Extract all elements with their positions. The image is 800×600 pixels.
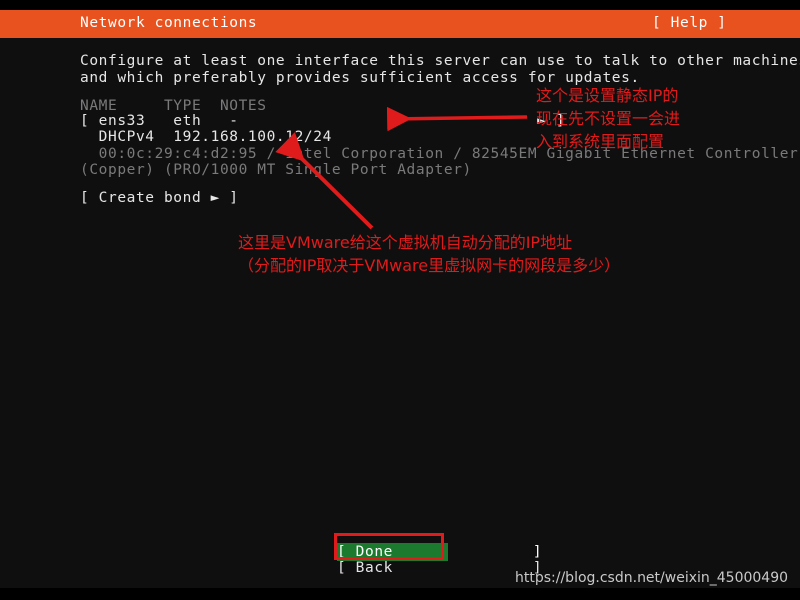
page-title: Network connections bbox=[80, 15, 258, 31]
annotation-rectangle-done bbox=[334, 533, 444, 560]
table-header: NAME TYPE NOTES bbox=[80, 98, 267, 114]
top-letterbox bbox=[0, 0, 800, 10]
interface-row-ens33[interactable]: [ ens33 eth - ► ] bbox=[80, 113, 565, 129]
description-line-1: Configure at least one interface this se… bbox=[80, 53, 800, 69]
bottom-letterbox bbox=[0, 588, 800, 600]
create-bond-button[interactable]: [ Create bond ► ] bbox=[80, 190, 239, 206]
terminal-screen: Network connections [ Help ] Configure a… bbox=[0, 0, 800, 600]
annotation-dhcp-line-2: （分配的IP取决于VMware里虚拟网卡的网段是多少） bbox=[238, 256, 621, 275]
interface-detail-line-2: (Copper) (PRO/1000 MT Single Port Adapte… bbox=[80, 162, 472, 178]
back-button[interactable]: [ Back ] bbox=[337, 560, 542, 576]
interface-detail-line-1: 00:0c:29:c4:d2:95 / Intel Corporation / … bbox=[80, 146, 799, 162]
help-button[interactable]: [ Help ] bbox=[652, 15, 727, 31]
annotation-dhcp-line-1: 这里是VMware给这个虚拟机自动分配的IP地址 bbox=[238, 233, 573, 252]
annotation-arrows bbox=[275, 106, 528, 230]
watermark: https://blog.csdn.net/weixin_45000490 bbox=[515, 570, 789, 586]
annotation-static-ip-line-3: 入到系统里面配置 bbox=[536, 132, 665, 151]
annotation-static-ip-line-2: 现在先不设置一会进 bbox=[536, 109, 681, 128]
annotation-static-ip-line-1: 这个是设置静态IP的 bbox=[536, 86, 679, 105]
interface-dhcp-address: DHCPv4 192.168.100.12/24 bbox=[80, 129, 332, 145]
